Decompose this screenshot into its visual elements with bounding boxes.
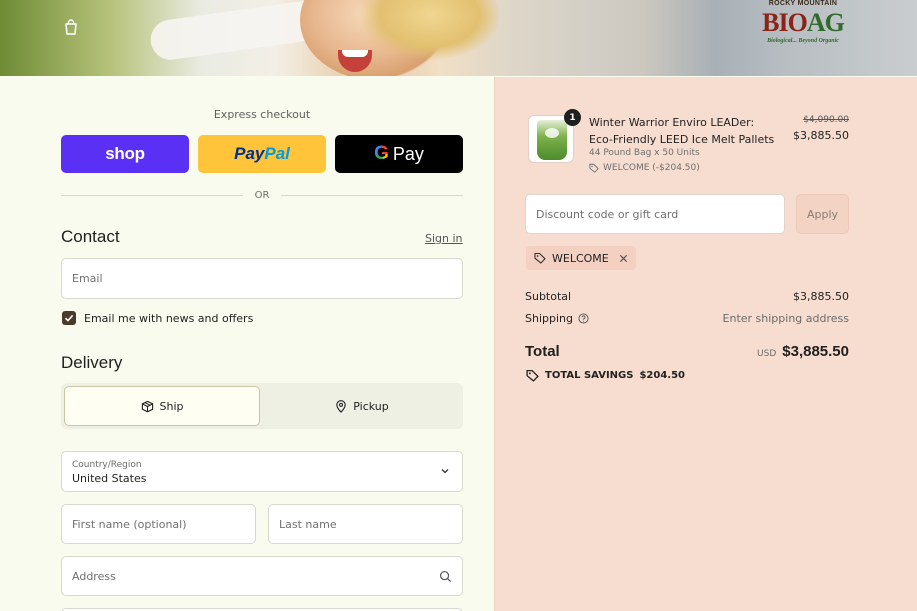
total-label: Total bbox=[525, 343, 560, 360]
order-summary-panel: 1 Winter Warrior Enviro LEADer: Eco-Frie… bbox=[494, 77, 917, 611]
contact-heading: Contact bbox=[61, 227, 120, 246]
location-pin-icon bbox=[336, 399, 346, 413]
total-value: $3,885.50 bbox=[782, 343, 849, 360]
help-icon[interactable] bbox=[578, 313, 589, 324]
express-checkout-title: Express checkout bbox=[213, 108, 311, 121]
total-savings: TOTAL SAVINGS $204.50 bbox=[526, 369, 685, 382]
first-name-field[interactable] bbox=[61, 504, 256, 544]
newsletter-checkbox[interactable] bbox=[62, 311, 76, 325]
country-label: Country/Region bbox=[72, 460, 142, 470]
currency-code: USD bbox=[757, 349, 777, 359]
savings-value: $204.50 bbox=[639, 370, 686, 381]
address-field[interactable] bbox=[61, 556, 463, 596]
tag-icon bbox=[534, 252, 546, 264]
ship-option[interactable]: Ship bbox=[64, 386, 260, 426]
tag-icon bbox=[526, 369, 539, 382]
last-name-field[interactable] bbox=[268, 504, 463, 544]
country-value: United States bbox=[72, 472, 147, 485]
email-input[interactable] bbox=[62, 259, 462, 298]
shopping-bag-icon[interactable] bbox=[62, 18, 80, 36]
applied-discount-tag: WELCOME bbox=[526, 246, 636, 270]
discount-code-input[interactable] bbox=[526, 195, 784, 233]
box-icon bbox=[141, 400, 153, 412]
address-input[interactable] bbox=[62, 557, 462, 595]
logo-line1: ROCKY MOUNTAIN bbox=[768, 0, 838, 7]
newsletter-checkbox-row[interactable]: Email me with news and offers bbox=[62, 311, 253, 325]
shop-pay-button[interactable]: shop bbox=[61, 135, 189, 173]
delivery-method-toggle: Ship Pickup bbox=[61, 383, 463, 429]
google-g-icon: G bbox=[374, 143, 389, 164]
pickup-option[interactable]: Pickup bbox=[264, 386, 460, 426]
or-divider: OR bbox=[61, 188, 464, 202]
search-icon bbox=[439, 570, 452, 583]
remove-discount-icon[interactable] bbox=[619, 254, 628, 263]
google-pay-button[interactable]: G Pay bbox=[335, 135, 463, 173]
checkout-form-panel: Express checkout shop Pay Pal G Pay OR Con… bbox=[0, 77, 494, 611]
subtotal-value: $3,885.50 bbox=[793, 290, 849, 303]
product-name: Winter Warrior Enviro LEADer: Eco-Friend… bbox=[589, 116, 775, 146]
paypal-button[interactable]: Pay Pal bbox=[198, 135, 326, 173]
newsletter-label: Email me with news and offers bbox=[84, 311, 254, 325]
logo-tagline: Biological... Beyond Organic bbox=[767, 38, 839, 44]
shipping-label: Shipping bbox=[525, 312, 573, 325]
sale-price: $3,885.50 bbox=[793, 129, 849, 142]
delivery-heading: Delivery bbox=[61, 353, 123, 372]
subtotal-label: Subtotal bbox=[525, 290, 572, 303]
product-discount-note: WELCOME (-$204.50) bbox=[589, 163, 700, 173]
apply-button[interactable]: Apply bbox=[796, 194, 849, 234]
shipping-row: Shipping Enter shipping address bbox=[525, 312, 849, 325]
last-name-input[interactable] bbox=[269, 505, 462, 543]
quantity-badge: 1 bbox=[564, 109, 581, 126]
shipping-value: Enter shipping address bbox=[722, 312, 849, 325]
tag-icon bbox=[589, 163, 599, 173]
check-icon bbox=[64, 314, 74, 322]
email-field[interactable] bbox=[61, 258, 463, 299]
applied-code: WELCOME bbox=[552, 251, 609, 265]
header-banner: ROCKY MOUNTAIN BIOAG Biological... Beyon… bbox=[0, 0, 917, 76]
savings-label: TOTAL SAVINGS bbox=[545, 370, 634, 381]
product-variant: 44 Pound Bag x 50 Units bbox=[589, 148, 700, 158]
subtotal-row: Subtotal $3,885.50 bbox=[525, 290, 849, 303]
first-name-input[interactable] bbox=[62, 505, 255, 543]
chevron-down-icon bbox=[441, 469, 449, 474]
country-select[interactable]: Country/Region United States bbox=[61, 451, 463, 492]
original-price: $4,090.00 bbox=[803, 115, 849, 125]
sign-in-link[interactable]: Sign in bbox=[425, 232, 463, 245]
logo-wordmark: BIOAG bbox=[762, 8, 845, 37]
total-row: Total USD $3,885.50 bbox=[525, 343, 849, 360]
discount-code-field[interactable] bbox=[525, 194, 785, 234]
brand-logo[interactable]: ROCKY MOUNTAIN BIOAG Biological... Beyon… bbox=[757, 0, 849, 62]
